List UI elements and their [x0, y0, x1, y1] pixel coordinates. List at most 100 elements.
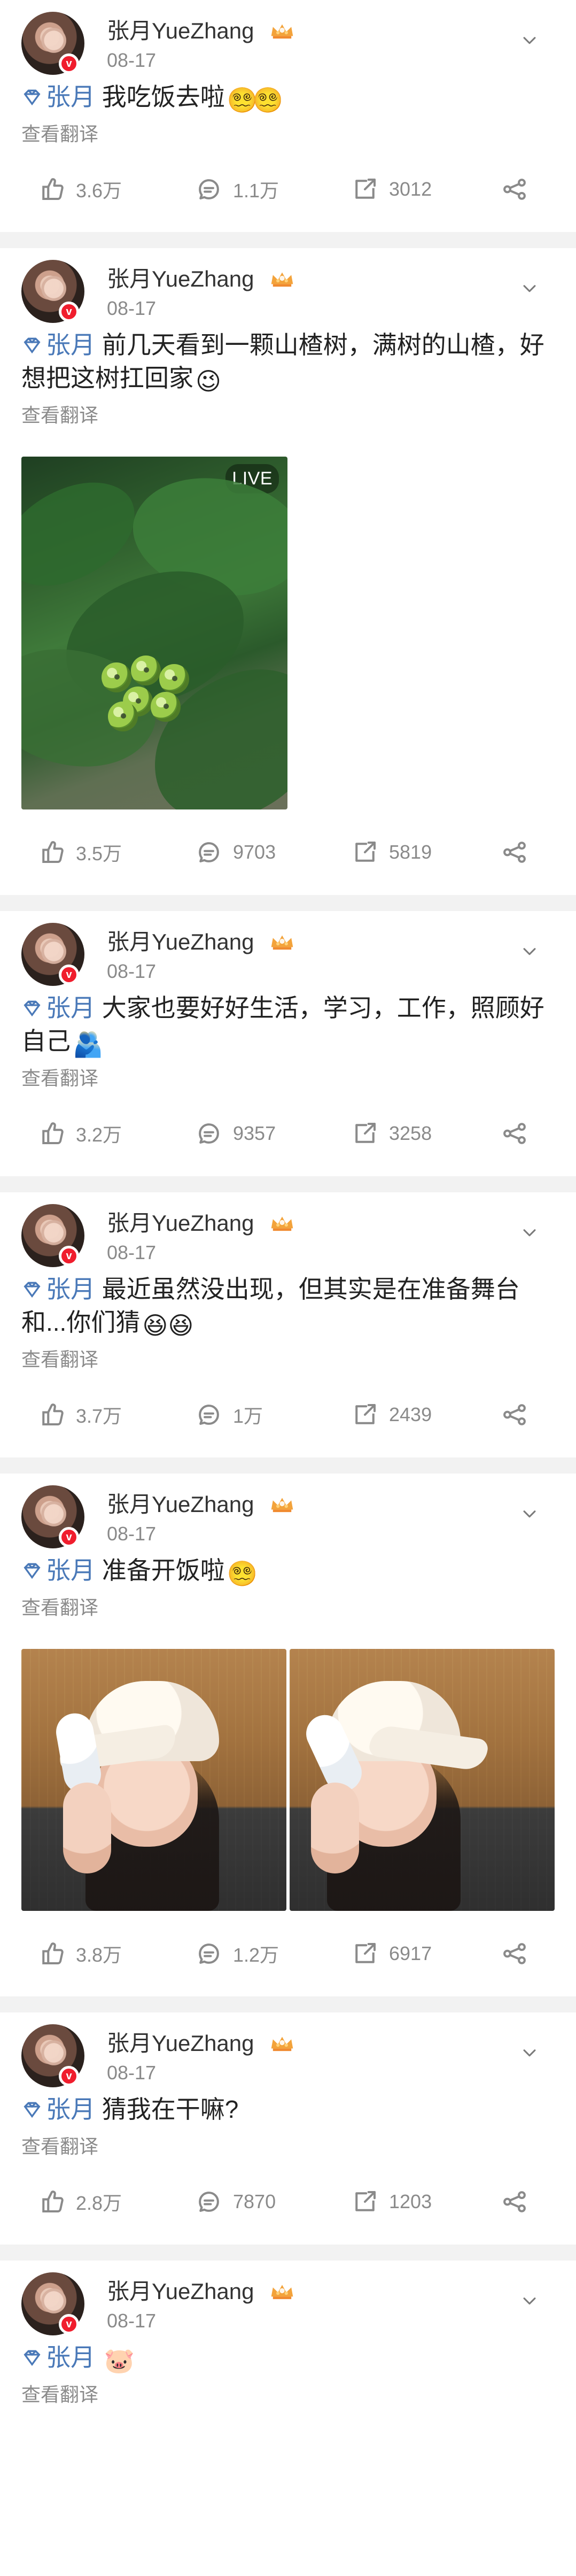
- emoji-icon: 😵‍💫: [227, 86, 258, 114]
- share-button[interactable]: [500, 1399, 539, 1431]
- emoji-icon: 😆: [142, 1312, 168, 1339]
- comment-button[interactable]: 1.2万: [194, 1938, 279, 1970]
- crown-icon: [271, 2285, 293, 2300]
- post-text: 张月 🐷: [21, 2341, 555, 2374]
- post-separator: [0, 1176, 576, 1192]
- author-name[interactable]: 张月YueZhang: [107, 1205, 295, 1238]
- repost-button[interactable]: 3012: [351, 173, 432, 205]
- author-name-text[interactable]: 张月YueZhang: [107, 1492, 254, 1517]
- chevron-down-icon[interactable]: [520, 2043, 539, 2062]
- author-name-text[interactable]: 张月YueZhang: [107, 18, 254, 43]
- comment-button[interactable]: 9357: [194, 1117, 276, 1150]
- author-name[interactable]: 张月YueZhang: [107, 2025, 295, 2058]
- crown-icon: [271, 935, 293, 950]
- post-7[interactable]: v 张月YueZhang 08-17 张月 🐷 查看翻译: [0, 2261, 576, 2407]
- topic-tag[interactable]: 张月: [46, 1275, 95, 1303]
- post-media-gallery: [21, 1649, 555, 1911]
- author-name[interactable]: 张月YueZhang: [107, 13, 295, 45]
- post-6[interactable]: v 张月YueZhang 08-17 张月 猜我在干嘛? 查看翻译 2.8万 7…: [0, 2012, 576, 2245]
- author-name[interactable]: 张月YueZhang: [107, 2273, 295, 2306]
- like-count: 3.5万: [76, 843, 122, 865]
- author-name-text[interactable]: 张月YueZhang: [107, 929, 254, 954]
- like-button[interactable]: 3.6万: [37, 173, 122, 205]
- repost-button[interactable]: 6917: [351, 1938, 432, 1970]
- post-actions: 2.8万 7870 1203: [0, 2159, 576, 2245]
- author-name[interactable]: 张月YueZhang: [107, 924, 295, 957]
- share-button[interactable]: [500, 1117, 539, 1150]
- chevron-down-icon[interactable]: [520, 942, 539, 960]
- topic-tag[interactable]: 张月: [46, 331, 95, 359]
- author-name-text[interactable]: 张月YueZhang: [107, 2279, 254, 2304]
- topic-tag[interactable]: 张月: [46, 2343, 95, 2371]
- emoji-icon: 🫂: [73, 1030, 104, 1058]
- chevron-down-icon[interactable]: [520, 1505, 539, 1523]
- comment-icon: [199, 1405, 219, 1425]
- post-media-image[interactable]: LIVE: [21, 457, 287, 809]
- like-button[interactable]: 3.8万: [37, 1938, 122, 1970]
- author-name-text[interactable]: 张月YueZhang: [107, 266, 254, 291]
- repost-button[interactable]: 5819: [351, 836, 432, 868]
- post-1[interactable]: v 张月YueZhang 08-17 张月 我吃饭去啦😵‍💫😵‍💫 查看翻译: [0, 0, 576, 232]
- author-name-text[interactable]: 张月YueZhang: [107, 1210, 254, 1236]
- post-photo[interactable]: [21, 1649, 286, 1911]
- author-name[interactable]: 张月YueZhang: [107, 261, 295, 294]
- translate-link[interactable]: 查看翻译: [21, 1063, 555, 1091]
- repost-count: 5819: [389, 841, 432, 863]
- comment-button[interactable]: 1.1万: [194, 173, 279, 205]
- repost-button[interactable]: 2439: [351, 1399, 432, 1431]
- chevron-down-icon[interactable]: [520, 2292, 539, 2310]
- post-4[interactable]: v 张月YueZhang 08-17 张月 最近虽然没出现，但其实是在准备舞台和…: [0, 1192, 576, 1457]
- translate-link[interactable]: 查看翻译: [21, 1344, 555, 1372]
- emoji-icon: 😵‍💫: [227, 1560, 258, 1587]
- like-count: 3.6万: [76, 180, 122, 202]
- share-button[interactable]: [500, 2186, 539, 2218]
- chevron-down-icon[interactable]: [520, 1223, 539, 1241]
- post-2[interactable]: v 张月YueZhang 08-17 张月 前几天看到一颗山楂树，满树的山楂，好…: [0, 248, 576, 895]
- post-3[interactable]: v 张月YueZhang 08-17 张月 大家也要好好生活，学习，工作，照顾好…: [0, 911, 576, 1176]
- chevron-down-icon[interactable]: [520, 279, 539, 297]
- translate-link[interactable]: 查看翻译: [21, 1592, 555, 1620]
- repost-button[interactable]: 3258: [351, 1117, 432, 1150]
- repost-icon: [355, 841, 376, 862]
- share-button[interactable]: [500, 1938, 539, 1970]
- share-icon: [503, 1943, 526, 1964]
- post-header: v 张月YueZhang 08-17: [0, 248, 576, 328]
- topic-tag[interactable]: 张月: [46, 2095, 95, 2123]
- like-button[interactable]: 2.8万: [37, 2186, 122, 2218]
- post-photo[interactable]: [290, 1649, 555, 1911]
- like-button[interactable]: 3.2万: [37, 1117, 122, 1150]
- post-text: 张月 前几天看到一颗山楂树，满树的山楂，好想把这树扛回家😉: [21, 328, 555, 395]
- translate-link[interactable]: 查看翻译: [21, 2379, 555, 2407]
- topic-tag[interactable]: 张月: [46, 1556, 95, 1584]
- share-button[interactable]: [500, 836, 539, 868]
- repost-icon: [355, 178, 376, 199]
- translate-link[interactable]: 查看翻译: [21, 2131, 555, 2159]
- post-5[interactable]: v 张月YueZhang 08-17 张月 准备开饭啦😵‍💫 查看翻译: [0, 1474, 576, 1996]
- post-body: 我吃饭去啦: [102, 83, 225, 111]
- chevron-down-icon[interactable]: [520, 31, 539, 49]
- translate-link[interactable]: 查看翻译: [21, 400, 555, 428]
- topic-tag[interactable]: 张月: [46, 994, 95, 1022]
- comment-icon: [199, 1943, 219, 1964]
- verified-badge-icon: v: [59, 302, 79, 322]
- comment-button[interactable]: 7870: [194, 2186, 276, 2218]
- comment-icon: [199, 179, 219, 199]
- verified-badge-icon: v: [59, 1246, 79, 1266]
- post-separator: [0, 2245, 576, 2261]
- like-button[interactable]: 3.7万: [37, 1399, 122, 1431]
- author-name[interactable]: 张月YueZhang: [107, 1486, 295, 1519]
- repost-button[interactable]: 1203: [351, 2186, 432, 2218]
- like-count: 3.2万: [76, 1124, 122, 1146]
- share-button[interactable]: [500, 173, 539, 205]
- emoji-icon: 🐷: [104, 2347, 135, 2374]
- topic-tag[interactable]: 张月: [46, 83, 95, 111]
- like-button[interactable]: 3.5万: [37, 836, 122, 868]
- photo-shape-hand: [63, 1783, 111, 1873]
- translate-link[interactable]: 查看翻译: [21, 119, 555, 146]
- comment-button[interactable]: 9703: [194, 836, 276, 868]
- like-icon: [42, 1942, 64, 1965]
- repost-count: 3012: [389, 178, 432, 200]
- post-date: 08-17: [107, 1241, 157, 1263]
- comment-button[interactable]: 1万: [194, 1399, 263, 1431]
- author-name-text[interactable]: 张月YueZhang: [107, 2031, 254, 2056]
